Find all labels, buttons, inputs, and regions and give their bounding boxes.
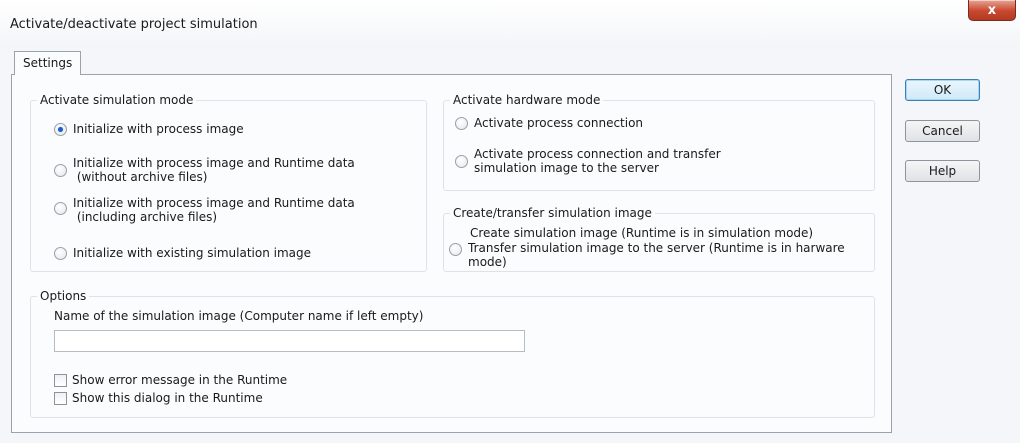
dialog-window: Activate/deactivate project simulation x…	[0, 0, 1020, 443]
title-bar: Activate/deactivate project simulation x	[0, 0, 1020, 48]
close-icon: x	[987, 2, 997, 18]
radio-init-runtime-no-archive[interactable]: Initialize with process image and Runtim…	[54, 156, 355, 184]
simulation-image-label: Create/transfer simulation image	[450, 206, 655, 220]
checkbox-show-dialog[interactable]: Show this dialog in the Runtime	[54, 391, 263, 405]
hardware-mode-label: Activate hardware mode	[450, 93, 604, 107]
radio-button[interactable]	[449, 243, 462, 256]
radio-init-existing-image[interactable]: Initialize with existing simulation imag…	[54, 246, 311, 260]
radio-label: Initialize with process image	[73, 122, 244, 136]
simulation-image-name-input[interactable]	[54, 330, 525, 352]
checkbox-show-error-message[interactable]: Show error message in the Runtime	[54, 373, 287, 387]
checkbox[interactable]	[54, 392, 67, 405]
close-button[interactable]: x	[968, 0, 1016, 21]
radio-label: Initialize with process image and Runtim…	[73, 196, 355, 224]
ok-button[interactable]: OK	[905, 79, 980, 101]
help-button[interactable]: Help	[905, 160, 980, 182]
options-label: Options	[37, 289, 90, 303]
radio-label: Activate process connection and transfer…	[474, 147, 721, 175]
window-title: Activate/deactivate project simulation	[10, 17, 258, 32]
tab-settings[interactable]: Settings	[14, 51, 82, 75]
radio-transfer-simulation-image[interactable]: Transfer simulation image to the server …	[449, 241, 845, 269]
radio-activate-and-transfer[interactable]: Activate process connection and transfer…	[455, 147, 721, 175]
create-simulation-image-text: Create simulation image (Runtime is in s…	[470, 226, 814, 240]
simulation-image-name-label: Name of the simulation image (Computer n…	[54, 309, 424, 323]
radio-button[interactable]	[54, 247, 67, 260]
radio-activate-process-connection[interactable]: Activate process connection	[455, 116, 643, 130]
checkbox-label: Show this dialog in the Runtime	[72, 391, 263, 405]
radio-label: Activate process connection	[474, 116, 644, 130]
checkbox[interactable]	[54, 374, 67, 387]
radio-button-selected[interactable]	[54, 123, 67, 136]
radio-init-process-image[interactable]: Initialize with process image	[54, 122, 244, 136]
radio-init-runtime-with-archive[interactable]: Initialize with process image and Runtim…	[54, 196, 355, 224]
settings-tab-page: Activate simulation mode Initialize with…	[11, 74, 892, 433]
hardware-mode-group: Activate hardware mode	[443, 93, 875, 191]
simulation-mode-label: Activate simulation mode	[37, 93, 197, 107]
radio-label: Initialize with process image and Runtim…	[73, 156, 355, 184]
radio-button[interactable]	[54, 202, 67, 215]
radio-button[interactable]	[54, 164, 67, 177]
radio-label: Transfer simulation image to the server …	[468, 241, 845, 269]
radio-button[interactable]	[455, 117, 468, 130]
cancel-button[interactable]: Cancel	[905, 120, 980, 142]
checkbox-label: Show error message in the Runtime	[72, 373, 288, 387]
radio-button[interactable]	[455, 155, 468, 168]
radio-label: Initialize with existing simulation imag…	[73, 246, 311, 260]
